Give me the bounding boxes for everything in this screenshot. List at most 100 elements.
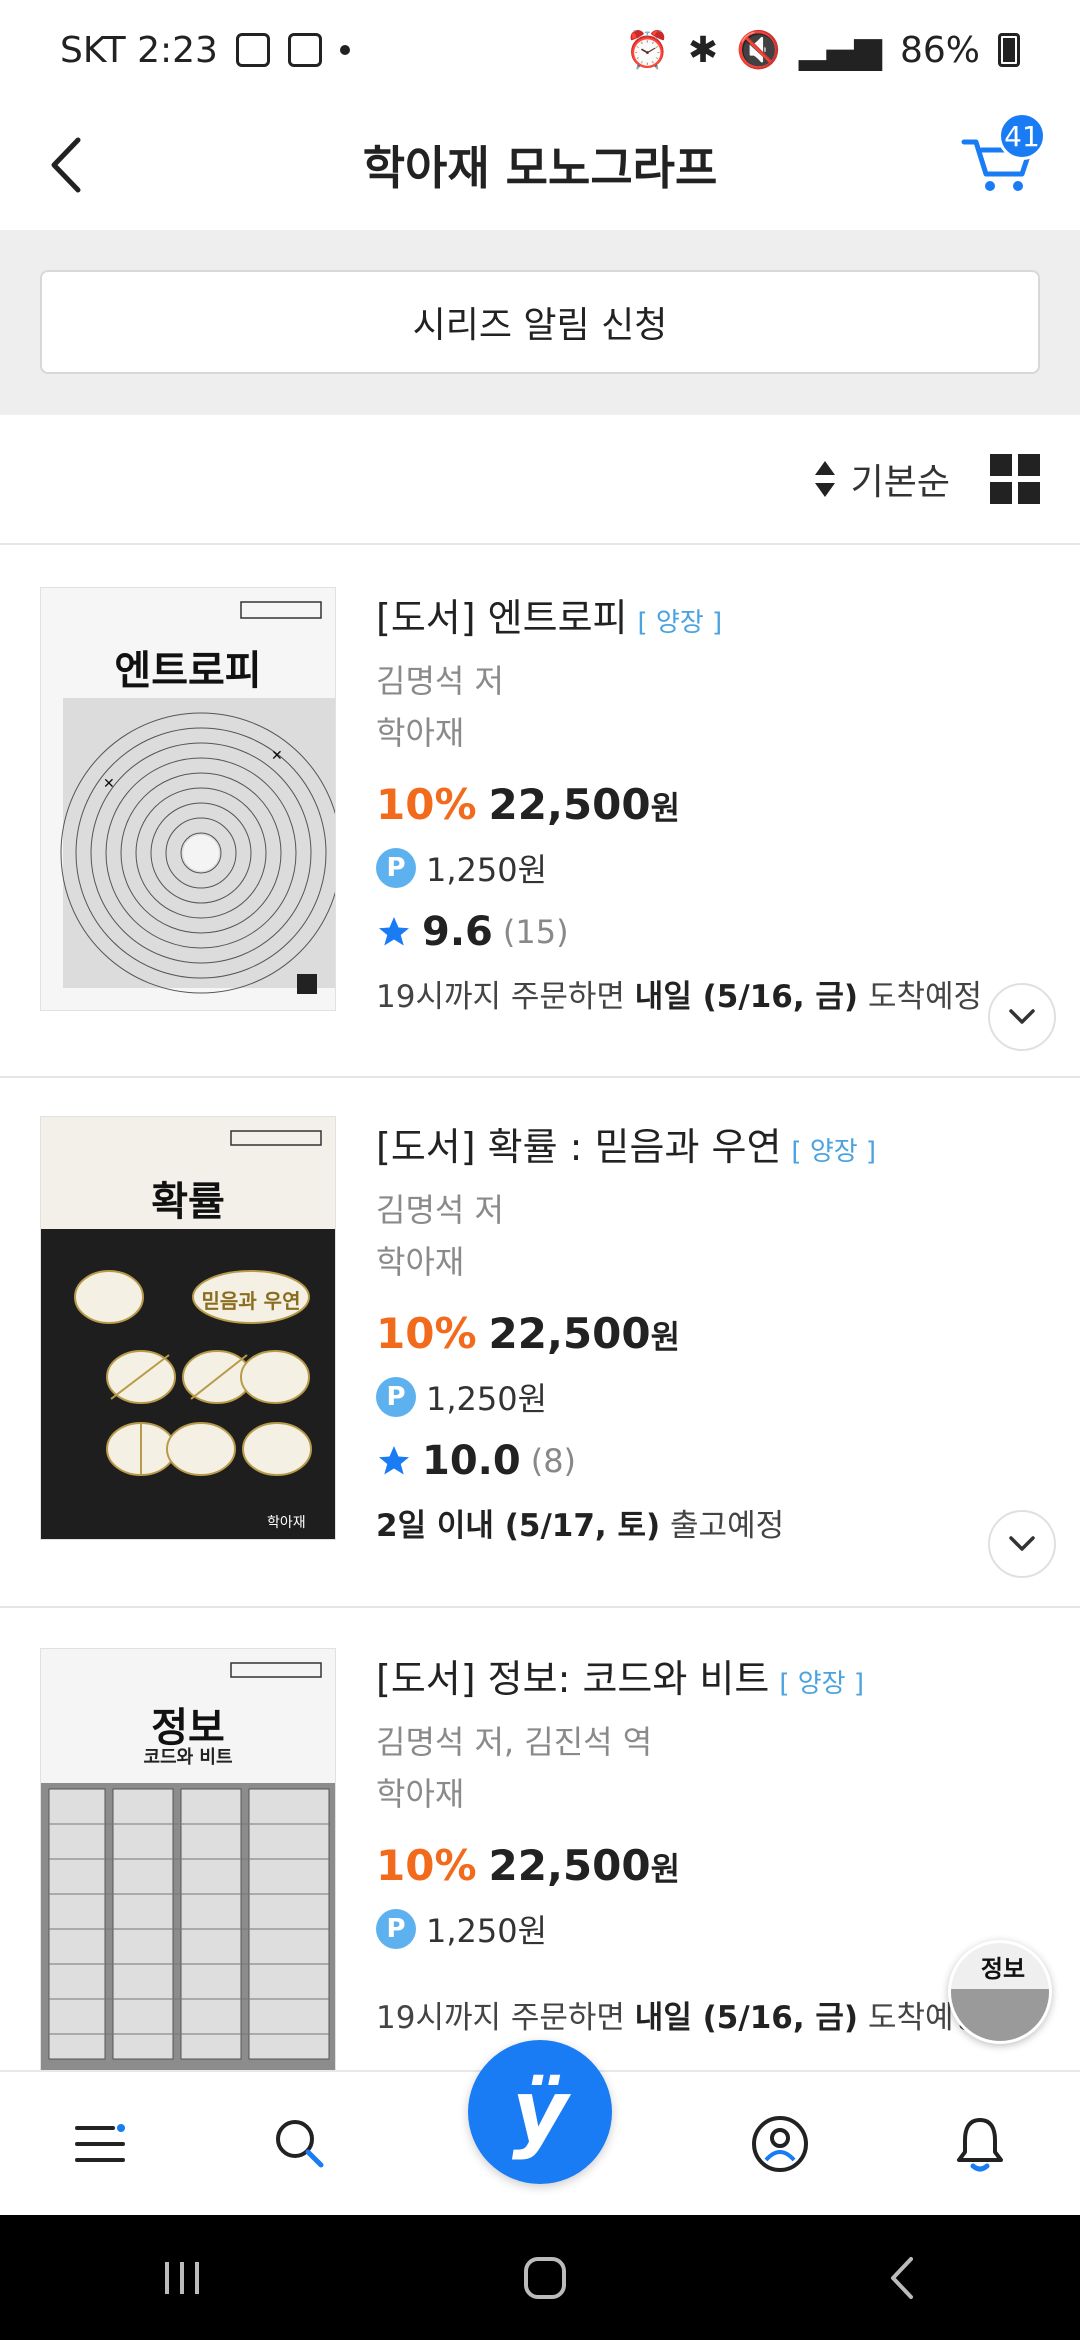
- profile-icon: [752, 2115, 808, 2172]
- battery-percent: 86%: [899, 29, 980, 71]
- binding-tag: [ 양장 ]: [779, 1669, 865, 1699]
- price-row: 10% 22,500원: [376, 1309, 1060, 1358]
- signal-icon: ▂▄▆: [798, 29, 882, 71]
- book-cover[interactable]: ✕ ✕ 엔트로피: [40, 587, 336, 1011]
- point-row: P 1,250원: [376, 1374, 1060, 1420]
- cover-subtitle: 믿음과 우연: [201, 1289, 301, 1313]
- delivery-prefix: 19시까지 주문하면: [376, 2000, 635, 2036]
- point-value: 1,250원: [426, 851, 548, 889]
- list-item[interactable]: 학아재 확률 믿음과 우연 [도서] 확률 : 믿음과 우연 [ 양장 ] 김명석…: [0, 1078, 1080, 1608]
- cover-subtitle: 코드와 비트: [143, 1747, 233, 1768]
- expand-button[interactable]: [988, 1510, 1056, 1578]
- publisher: 학아재: [376, 714, 465, 752]
- delivery-prefix: 19시까지 주문하면: [376, 979, 635, 1015]
- expand-button[interactable]: [988, 983, 1056, 1051]
- recent-item-thumbnail[interactable]: 정보: [948, 1940, 1052, 2044]
- home-logo-button[interactable]: ÿ: [468, 2040, 612, 2184]
- profile-button[interactable]: [735, 2099, 825, 2189]
- binding-tag: [ 양장 ]: [637, 608, 723, 638]
- rating-count: (15): [502, 913, 569, 951]
- item-title[interactable]: [도서] 엔트로피 [ 양장 ]: [376, 587, 1060, 642]
- search-button[interactable]: [255, 2099, 345, 2189]
- recent-apps-icon[interactable]: [157, 2258, 207, 2298]
- system-nav-bar: [0, 2215, 1080, 2340]
- book-cover[interactable]: 학아재 확률 믿음과 우연: [40, 1116, 336, 1540]
- point-icon: P: [376, 1909, 416, 1949]
- app-header: 학아재 모노그라프 41: [0, 100, 1080, 230]
- discount-rate: 10%: [376, 1309, 477, 1358]
- price-unit: 원: [650, 1318, 681, 1356]
- price: 22,500: [488, 1309, 651, 1358]
- chevron-down-icon: [1009, 1536, 1035, 1551]
- cover-title: 확률: [151, 1179, 225, 1225]
- price: 22,500: [488, 1841, 651, 1890]
- search-icon: [276, 2119, 324, 2167]
- item-title-text: [도서] 정보: 코드와 비트: [376, 1657, 770, 1701]
- gallery-icon: [235, 33, 270, 67]
- notification-dot-icon: [339, 45, 350, 55]
- delivery-suffix: 도착예정: [858, 979, 983, 1015]
- carrier-time: SKT 2:23: [60, 29, 218, 71]
- rating-row: 9.6 (15): [376, 909, 1060, 955]
- discount-rate: 10%: [376, 780, 477, 829]
- sort-icon: [814, 461, 835, 497]
- delivery-date: 내일 (5/16, 금): [634, 979, 859, 1015]
- notifications-button[interactable]: [935, 2099, 1025, 2189]
- point-icon: P: [376, 1377, 416, 1417]
- status-bar: SKT 2:23 ⏰ ✱ 🔇 ▂▄▆ 86%: [0, 0, 1080, 100]
- menu-icon: [75, 2123, 125, 2162]
- cart-button[interactable]: 41: [960, 112, 1046, 202]
- svg-text:학아재: 학아재: [267, 1515, 306, 1531]
- binding-tag: [ 양장 ]: [791, 1137, 877, 1167]
- item-title-text: [도서] 엔트로피: [376, 596, 628, 640]
- price-unit: 원: [650, 1850, 681, 1888]
- rating-score: 10.0: [422, 1438, 521, 1484]
- list-item[interactable]: 정보 코드와 비트 [도서] 정보: 코드와 비트 [ 양장 ] 김명석 저, 김…: [0, 1608, 1080, 2088]
- series-notify-button[interactable]: 시리즈 알림 신청: [40, 270, 1040, 374]
- price-unit: 원: [650, 789, 681, 827]
- svg-text:✕: ✕: [271, 748, 283, 764]
- menu-button[interactable]: [55, 2099, 145, 2189]
- delivery-date: 내일 (5/16, 금): [634, 2000, 859, 2036]
- book-cover[interactable]: 정보 코드와 비트: [40, 1648, 336, 2072]
- item-title[interactable]: [도서] 정보: 코드와 비트 [ 양장 ]: [376, 1648, 1060, 1703]
- rating-count: (8): [530, 1442, 577, 1480]
- back-button[interactable]: [40, 130, 100, 200]
- battery-icon: [998, 33, 1020, 67]
- star-icon: [379, 917, 409, 946]
- publisher: 학아재: [376, 1243, 465, 1281]
- rating-score: 9.6: [422, 909, 493, 955]
- author: 김명석 저: [376, 662, 504, 700]
- point-row: P 1,250원: [376, 845, 1060, 891]
- delivery-suffix: 출고예정: [660, 1508, 785, 1544]
- notify-section: 시리즈 알림 신청: [0, 230, 1080, 415]
- point-value: 1,250원: [426, 1912, 548, 1950]
- point-row: P 1,250원: [376, 1906, 1060, 1952]
- price-row: 10% 22,500원: [376, 780, 1060, 829]
- item-title[interactable]: [도서] 확률 : 믿음과 우연 [ 양장 ]: [376, 1116, 1060, 1171]
- delivery-info: 2일 이내 (5/17, 토) 출고예정: [376, 1500, 1060, 1545]
- cover-title: 엔트로피: [114, 648, 262, 694]
- sort-label: 기본순: [850, 462, 950, 503]
- grid-view-icon[interactable]: [990, 454, 1040, 504]
- delivery-info: 19시까지 주문하면 내일 (5/16, 금) 도착예정: [376, 971, 1060, 1016]
- cart-count-badge: 41: [998, 112, 1046, 160]
- page-title: 학아재 모노그라프: [362, 141, 718, 195]
- point-icon: P: [376, 848, 416, 888]
- author: 김명석 저, 김진석 역: [376, 1723, 653, 1761]
- price-row: 10% 22,500원: [376, 1841, 1060, 1890]
- svg-text:✕: ✕: [103, 776, 115, 792]
- star-icon: [379, 1446, 409, 1475]
- publisher: 학아재: [376, 1775, 465, 1813]
- sort-dropdown[interactable]: 기본순: [813, 453, 950, 505]
- chevron-down-icon: [1009, 1009, 1035, 1024]
- app-icon: [287, 33, 322, 67]
- price: 22,500: [488, 780, 651, 829]
- list-item[interactable]: ✕ ✕ 엔트로피 [도서] 엔트로피 [ 양장 ] 김명석 저 학아재 10% 2…: [0, 545, 1080, 1078]
- svg-text:정보: 정보: [981, 1955, 1025, 1983]
- alarm-icon: ⏰: [625, 30, 670, 71]
- back-icon[interactable]: [883, 2253, 923, 2303]
- home-icon[interactable]: [520, 2253, 570, 2303]
- item-title-text: [도서] 확률 : 믿음과 우연: [376, 1125, 782, 1169]
- point-value: 1,250원: [426, 1380, 548, 1418]
